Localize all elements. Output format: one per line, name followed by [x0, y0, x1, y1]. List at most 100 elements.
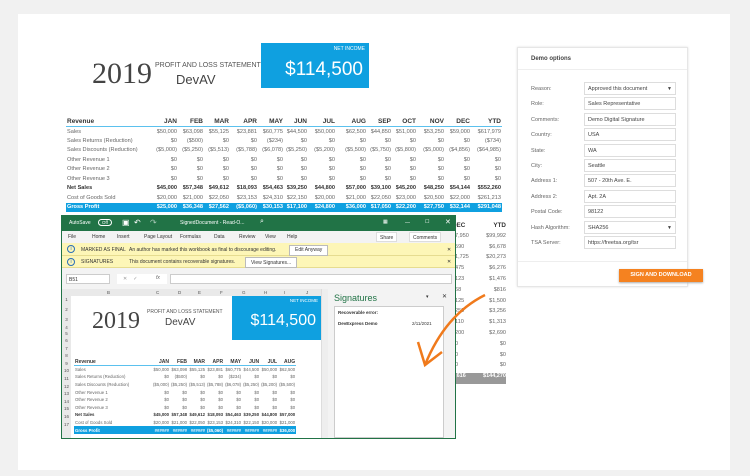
select-field[interactable]: Approved this document ▼ — [584, 82, 676, 95]
company-name: DevAV — [176, 72, 216, 87]
cell: $0 — [463, 156, 470, 163]
cell: $57,348 — [171, 412, 188, 418]
redo-icon[interactable]: ↷ — [150, 218, 157, 227]
row-number[interactable]: 16 — [62, 413, 71, 421]
cell: $0 — [164, 397, 170, 403]
column-letter[interactable]: D — [178, 290, 181, 295]
bar-title: MARKED AS FINAL — [81, 246, 126, 253]
sign-and-download-button[interactable]: SIGN AND DOWNLOAD — [619, 269, 703, 282]
formula-input[interactable] — [170, 274, 452, 284]
column-letter[interactable]: B — [107, 290, 110, 295]
row-number[interactable]: 6 — [62, 337, 71, 345]
text-field[interactable]: Demo Digital Signature — [584, 112, 676, 126]
cell: $18,093 — [236, 185, 257, 192]
text-field[interactable]: Sales Representative — [584, 97, 676, 111]
text-field[interactable]: 98122 — [584, 205, 676, 219]
cell — [74, 434, 152, 438]
menu-home[interactable]: Home — [92, 234, 105, 240]
cell: $53,250 — [423, 128, 444, 135]
column-letter[interactable]: E — [198, 290, 201, 295]
text-field[interactable]: 507 - 20th Ave. E. — [584, 174, 676, 188]
close-bar-icon[interactable]: ✕ — [447, 259, 451, 265]
menu-view[interactable]: View — [265, 234, 276, 240]
menu-page-layout[interactable]: Page Layout — [144, 234, 172, 240]
cell: MAY — [224, 358, 243, 367]
column-letter[interactable]: J — [306, 290, 308, 295]
view-signatures-button[interactable]: View Signatures... — [245, 257, 298, 268]
row-number[interactable]: 13 — [62, 390, 71, 398]
field-label: Address 1: — [531, 178, 558, 185]
table-row: Net Sales $45,000 $57,348 $49,612 $18,093 $54… — [66, 184, 502, 194]
row-number[interactable]: 12 — [62, 383, 71, 391]
column-letter[interactable]: I — [284, 290, 285, 295]
cell: $54,463 — [225, 412, 242, 418]
row-number[interactable]: 8 — [62, 352, 71, 360]
cell: ###### — [260, 426, 279, 434]
name-box[interactable]: B51 — [66, 274, 110, 284]
row-number[interactable]: 17 — [62, 421, 71, 429]
cell: $0 — [494, 156, 501, 163]
column-letter[interactable]: F — [220, 290, 223, 295]
maximize-icon[interactable]: ☐ — [425, 219, 429, 225]
text-field[interactable]: https://freetsa.org/tsr — [584, 236, 676, 249]
vertical-scrollbar[interactable] — [321, 289, 328, 438]
sheet-row: Sales Discounts (Reduction) ($5,000) ($5,2… — [74, 381, 296, 389]
autosave-label: AutoSave — [69, 220, 91, 226]
row-number[interactable]: 7 — [62, 345, 71, 353]
row-number[interactable]: 11 — [62, 375, 71, 383]
close-icon[interactable]: ✕ — [445, 218, 451, 226]
menu-insert[interactable]: Insert — [117, 234, 130, 240]
share-button[interactable]: Share — [376, 232, 398, 242]
form-row: Comments: Demo Digital Signature — [531, 112, 681, 127]
field-value: Seattle — [588, 163, 606, 169]
row-number[interactable]: 9 — [62, 360, 71, 368]
menu-help[interactable]: Help — [287, 234, 297, 240]
text-field[interactable]: Seattle — [584, 159, 676, 172]
autosave-toggle[interactable]: Off — [98, 219, 112, 226]
arrow-annotation — [416, 293, 486, 368]
menu-review[interactable]: Review — [239, 234, 255, 240]
signer-name[interactable]: DevExpress Demo — [338, 321, 378, 326]
row-number[interactable]: 2 — [62, 303, 71, 316]
select-field[interactable]: SHA256 ▼ — [584, 220, 676, 234]
cell: $17,100 — [284, 202, 308, 212]
cell: $0 — [384, 166, 391, 173]
field-value: 98122 — [588, 209, 604, 216]
cell: $23,153 — [207, 420, 224, 426]
menu-file[interactable]: File — [68, 234, 76, 240]
table-row: Gross Profit $25,000 $36,348 $27,562 ($5,060… — [66, 202, 502, 212]
save-icon[interactable]: ▣ — [122, 218, 130, 227]
minimize-icon[interactable]: — — [405, 220, 410, 226]
column-letter[interactable]: H — [264, 290, 267, 295]
column-header: SEP — [367, 117, 392, 127]
text-field[interactable]: Apt. 2A — [584, 189, 676, 203]
field-value: Demo Digital Signature — [588, 116, 645, 123]
search-icon[interactable]: ⌕ — [260, 218, 264, 226]
spreadsheet-grid[interactable]: BCDEFGHIJ 1 2 3 4 5 6 7 8 9 10 11 12 13 14 15 16 17 NET … — [62, 289, 321, 438]
ribbon-display-icon[interactable]: ▦ — [383, 219, 388, 225]
cell: $18,093 — [207, 412, 224, 418]
row-number[interactable]: 10 — [62, 367, 71, 375]
close-bar-icon[interactable]: ✕ — [447, 247, 451, 253]
column-letter[interactable]: G — [242, 290, 246, 295]
text-field[interactable]: WA — [584, 143, 676, 157]
menu-formulas[interactable]: Formulas — [180, 234, 201, 240]
column-letter[interactable]: C — [156, 290, 159, 295]
comments-button[interactable]: Comments — [409, 232, 442, 242]
cell: $0 — [200, 404, 206, 410]
cell: $22,200 — [392, 202, 417, 212]
cell: $0 — [409, 166, 416, 173]
row-number[interactable]: 14 — [62, 398, 71, 406]
text-field[interactable]: USA — [584, 128, 676, 142]
fx-icon[interactable]: fx — [156, 275, 160, 281]
edit-anyway-button[interactable]: Edit Anyway — [289, 244, 329, 256]
menu-data[interactable]: Data — [214, 234, 225, 240]
row-number[interactable]: 1 — [62, 296, 71, 303]
row-number[interactable]: 15 — [62, 405, 71, 413]
cell: Other Revenue 2 — [75, 397, 108, 403]
undo-icon[interactable]: ↶ — [134, 218, 141, 227]
row-number[interactable]: 3 — [62, 316, 71, 324]
cell: $617,979 — [477, 128, 501, 135]
row-label: Gross Profit — [66, 202, 148, 212]
row-number[interactable]: 4 — [62, 324, 71, 331]
